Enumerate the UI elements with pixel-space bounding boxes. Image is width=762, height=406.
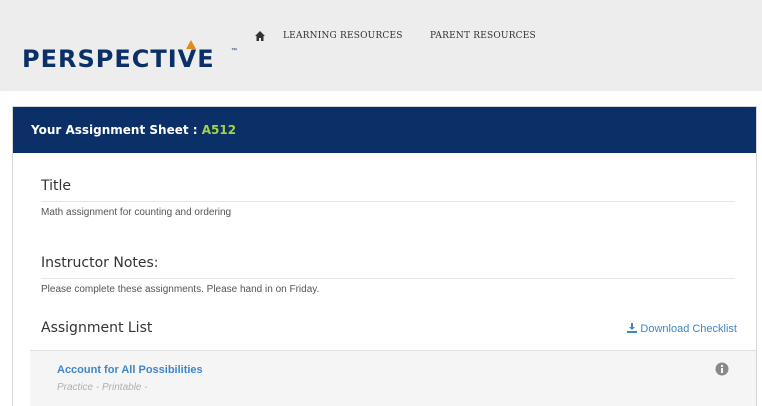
panel-header: Your Assignment Sheet : A512: [13, 107, 756, 153]
download-icon: [627, 323, 638, 336]
title-divider: [41, 201, 735, 202]
notes-divider: [41, 278, 735, 279]
nav-learning-resources[interactable]: LEARNING RESOURCES: [283, 31, 403, 41]
download-checklist-link[interactable]: Download Checklist: [627, 323, 737, 336]
download-checklist-label: Download Checklist: [640, 323, 737, 335]
logo-trademark: ™: [231, 48, 237, 54]
title-heading: Title: [41, 178, 72, 194]
logo-accent-triangle: [186, 40, 196, 49]
top-navigation-bar: PERSPECTIVE ™ LEARNING RESOURCES PARENT …: [0, 0, 762, 91]
instructor-notes-heading: Instructor Notes:: [41, 255, 159, 271]
home-icon[interactable]: [254, 29, 266, 41]
instructor-notes-text: Please complete these assignments. Pleas…: [41, 284, 320, 295]
assignment-title-link[interactable]: Account for All Possibilities: [57, 364, 203, 376]
assignment-code: A512: [201, 123, 237, 137]
logo-text: PERSPECTIVE: [22, 45, 215, 73]
nav-parent-resources[interactable]: PARENT RESOURCES: [430, 31, 536, 41]
assignment-meta: Practice - Printable -: [57, 382, 148, 393]
assignment-list-heading: Assignment List: [41, 320, 153, 336]
assignment-row: Account for All Possibilities Practice -…: [30, 350, 756, 406]
panel-title-label: Your Assignment Sheet :: [31, 123, 202, 137]
info-icon[interactable]: [715, 362, 729, 376]
panel-title: Your Assignment Sheet : A512: [31, 123, 236, 137]
title-text: Math assignment for counting and orderin…: [41, 207, 232, 218]
